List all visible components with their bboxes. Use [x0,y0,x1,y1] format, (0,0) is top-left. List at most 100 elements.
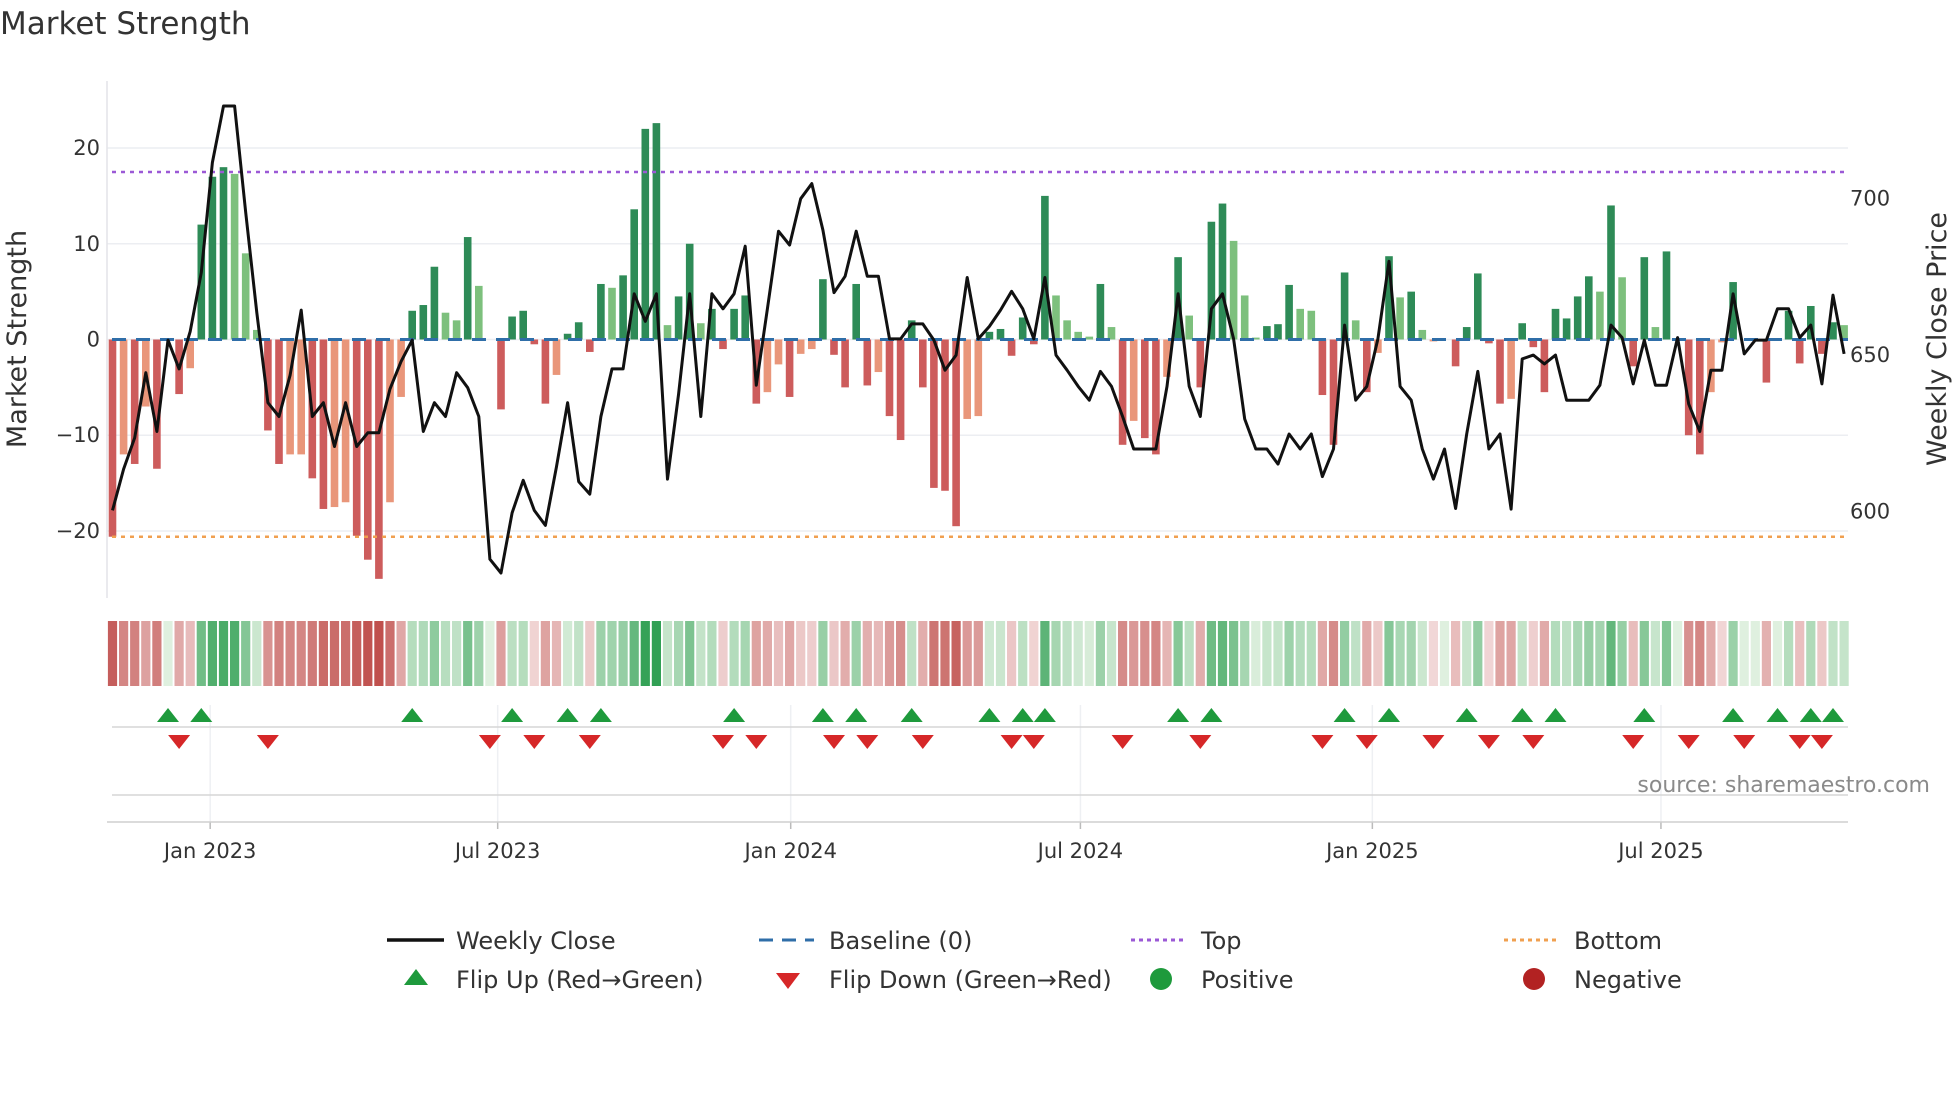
heat-cell [1173,621,1183,686]
flip-down-marker [1189,735,1212,749]
heat-cell [252,621,262,686]
heat-cell [1706,621,1716,686]
strength-bar [1629,339,1637,367]
strength-bar [1640,257,1649,340]
strength-bar [1662,251,1671,340]
strength-bar [796,339,805,354]
strength-bar [1474,273,1482,340]
strength-bar [996,328,1005,340]
heat-cell [463,621,473,686]
flip-up-marker [1200,708,1223,722]
strength-bar [519,310,527,340]
strength-bar [674,296,683,340]
strength-bar [919,339,927,388]
flip-up-marker [1167,708,1190,722]
flip-down-marker [745,735,768,749]
heat-cell [407,621,417,686]
heat-cell [141,621,151,686]
strength-bar [619,275,627,340]
flip-down-marker [1355,735,1378,749]
legend-weekly-close: Weekly Close [456,927,616,955]
heat-cell [1217,621,1228,686]
strength-bar [763,339,772,393]
legend-negative-icon [1523,968,1545,990]
strength-bar [1263,326,1271,340]
heat-cell [1073,621,1083,686]
heat-cell [440,621,451,686]
heat-cell [951,621,961,686]
flip-down-marker [1733,735,1756,749]
heat-cell [429,621,439,686]
strength-bar [1129,339,1138,421]
heat-cell [1395,621,1405,686]
heat-cell [1728,621,1738,686]
strength-bar [1296,308,1304,340]
strength-bar [1507,339,1515,399]
y-tick-label: −20 [56,519,100,543]
legend-flip-down: Flip Down (Green→Red) [829,966,1112,994]
flip-down-marker [1000,735,1023,749]
heat-cell [773,621,784,686]
flip-down-marker [823,735,845,749]
heat-cell [1328,621,1339,686]
heat-cell [896,621,906,686]
y-tick-label: 0 [87,328,100,352]
y2-tick-label: 600 [1850,500,1890,524]
heat-cell [1095,621,1105,686]
strength-bar [1518,323,1526,340]
heat-cell [1661,621,1672,686]
heat-cell [174,621,184,686]
heat-cell [1428,621,1438,686]
strength-bar [386,339,394,503]
strength-bar [1407,291,1415,340]
heat-cell [807,621,817,686]
strength-bar [819,279,827,340]
heat-cell [1306,621,1316,686]
heat-cell [1750,621,1760,686]
heat-cell [840,621,850,686]
heat-cell [1018,621,1028,686]
heat-cell [207,621,217,686]
strength-bar [452,320,461,340]
heat-cell [551,621,562,686]
flip-up-marker [1455,708,1478,722]
strength-bar [1551,308,1560,340]
heat-cell [674,621,684,686]
x-tick-label: Jul 2025 [1616,839,1703,863]
strength-bar [552,339,561,375]
flip-up-marker [723,708,746,722]
heat-cell [396,621,406,686]
strength-bar [364,339,372,560]
heat-cell [718,621,728,686]
strength-bar [1141,339,1149,439]
heat-cell [1539,621,1549,686]
strength-bar [408,310,416,340]
heat-cell [1384,621,1394,686]
strength-bar [1618,277,1626,340]
strength-bar [608,287,616,340]
heat-cell [1717,621,1727,686]
flip-markers [157,708,1844,749]
heat-strip [107,621,1849,686]
flip-down-marker [1022,735,1045,749]
heat-cell [1617,621,1627,686]
strength-bar [219,167,228,340]
heat-cell [496,621,506,686]
strength-bar [741,295,749,340]
heat-cell [585,621,595,686]
strength-bar [1063,320,1071,340]
heat-cell [851,621,861,686]
heat-cell [1406,621,1416,686]
strength-bar [586,339,594,352]
flip-up-marker [900,708,923,722]
heat-cell [662,621,673,686]
x-tick-label: Jan 2024 [742,839,837,863]
strength-bar [1018,317,1027,340]
strength-bar [430,266,439,340]
strength-bar [1218,203,1227,340]
heat-cell [1606,621,1616,686]
heat-cell [119,621,129,686]
strength-bar [830,339,838,355]
heat-cell [196,621,206,686]
strength-bar [885,339,894,417]
